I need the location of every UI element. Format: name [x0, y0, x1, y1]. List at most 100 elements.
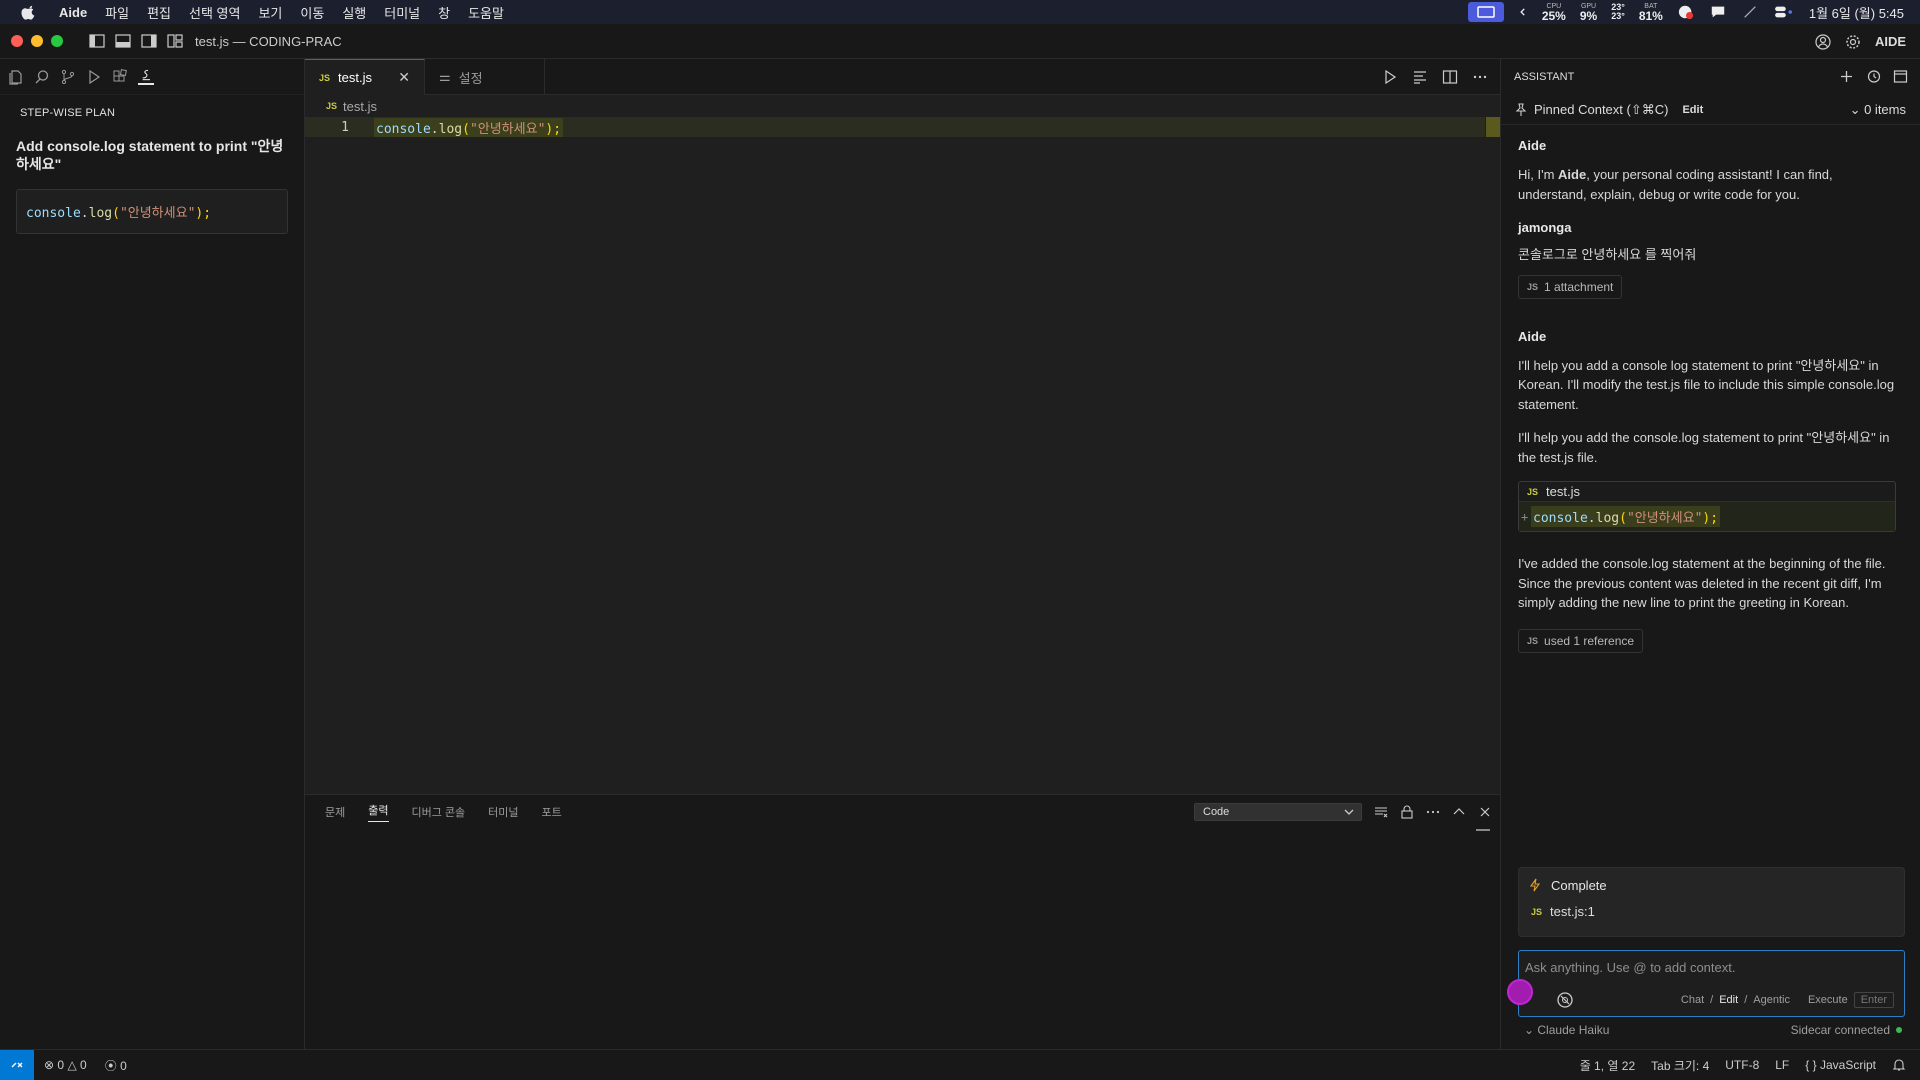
menu-view[interactable]: 보기: [249, 3, 291, 22]
breadcrumb[interactable]: JS test.js: [305, 95, 1500, 117]
app-status-icon[interactable]: [1677, 4, 1695, 20]
toggle-sidebar-icon[interactable]: [89, 34, 105, 48]
chevron-down-icon: ⌄: [1524, 1023, 1538, 1037]
menu-app-name[interactable]: Aide: [50, 5, 96, 20]
notifications-bell-icon[interactable]: [1892, 1058, 1906, 1072]
split-editor-icon[interactable]: [1442, 69, 1458, 85]
tab-debug-console[interactable]: 디버그 콘솔: [412, 804, 466, 820]
assistant-title: ASSISTANT: [1514, 71, 1575, 83]
pinned-context-label[interactable]: Pinned Context (⇧⌘C): [1534, 102, 1668, 118]
assistant-header: ASSISTANT: [1501, 59, 1920, 95]
problems-indicator[interactable]: ⊗ 0 △ 0: [44, 1058, 87, 1072]
chat-icon[interactable]: [1709, 4, 1727, 20]
menu-help[interactable]: 도움말: [459, 3, 513, 22]
pinned-edit-button[interactable]: Edit: [1682, 104, 1703, 116]
explorer-icon[interactable]: [8, 69, 24, 85]
account-icon[interactable]: [1815, 33, 1831, 50]
more-actions-icon[interactable]: [1426, 805, 1440, 819]
history-icon[interactable]: [1866, 69, 1881, 84]
minimize-window-button[interactable]: [31, 35, 43, 47]
screen-share-icon[interactable]: [1467, 2, 1504, 22]
cursor-position[interactable]: 줄 1, 열 22: [1580, 1057, 1635, 1074]
model-selector[interactable]: ⌄ Claude Haiku: [1524, 1023, 1609, 1037]
lock-icon[interactable]: [1400, 805, 1414, 819]
settings-gear-icon[interactable]: [1845, 34, 1861, 50]
reference-chip[interactable]: JS used 1 reference: [1518, 628, 1644, 653]
editor-actions: [1382, 59, 1488, 95]
aide-plan-icon[interactable]: [138, 69, 154, 85]
mode-chat[interactable]: Chat: [1681, 994, 1704, 1006]
tab-size[interactable]: Tab 크기: 4: [1651, 1057, 1709, 1074]
new-chat-icon[interactable]: [1839, 69, 1854, 84]
menu-selection[interactable]: 선택 영역: [180, 3, 249, 22]
close-panel-icon[interactable]: [1478, 805, 1492, 819]
mode-edit[interactable]: Edit: [1719, 994, 1738, 1006]
menu-file[interactable]: 파일: [96, 3, 138, 22]
pinned-items-count[interactable]: ⌄ 0 items: [1850, 102, 1906, 118]
gpu-stat[interactable]: GPU 9%: [1580, 3, 1597, 22]
tab-terminal[interactable]: 터미널: [488, 804, 518, 820]
close-window-button[interactable]: [11, 35, 23, 47]
menu-edit[interactable]: 편집: [138, 3, 180, 22]
add-context-icon[interactable]: [1555, 990, 1575, 1010]
pen-icon[interactable]: [1741, 4, 1759, 20]
menu-run[interactable]: 실행: [333, 3, 375, 22]
tab-ports[interactable]: 포트: [542, 804, 562, 820]
close-tab-icon[interactable]: ✕: [398, 69, 410, 86]
cpu-stat[interactable]: CPU 25%: [1542, 3, 1566, 22]
attachment-chip[interactable]: JS 1 attachment: [1518, 274, 1623, 299]
end-of-line[interactable]: LF: [1775, 1058, 1789, 1072]
code-change-card[interactable]: JS test.js + console.log("안녕하세요");: [1518, 481, 1896, 532]
maximize-window-button[interactable]: [51, 35, 63, 47]
toggle-secondary-sidebar-icon[interactable]: [141, 34, 157, 48]
source-control-icon[interactable]: [60, 69, 76, 85]
tab-output[interactable]: 출력: [368, 802, 389, 822]
code-card-file[interactable]: test.js: [1546, 484, 1580, 499]
chevron-left-icon[interactable]: [1518, 4, 1528, 20]
completion-file-link[interactable]: JS test.js:1: [1519, 904, 1904, 919]
mode-agentic[interactable]: Agentic: [1753, 994, 1790, 1006]
run-file-icon[interactable]: [1382, 69, 1398, 85]
customize-layout-icon[interactable]: [167, 34, 183, 48]
clear-output-icon[interactable]: [1374, 805, 1388, 819]
language-mode[interactable]: { } JavaScript: [1805, 1058, 1876, 1072]
editor-area: JS test.js ✕ ⚌ 설정 JS test.js 1 console.l…: [305, 59, 1500, 794]
menu-go[interactable]: 이동: [291, 3, 333, 22]
chat-input[interactable]: Ask anything. Use @ to add context. Chat…: [1518, 950, 1905, 1017]
menu-window[interactable]: 창: [429, 3, 459, 22]
extensions-icon[interactable]: [112, 68, 128, 85]
activity-bar: [0, 59, 304, 95]
lightning-icon: [1529, 878, 1541, 892]
tab-problems[interactable]: 문제: [325, 804, 345, 820]
apple-icon[interactable]: [20, 3, 38, 21]
menu-terminal[interactable]: 터미널: [375, 3, 429, 22]
control-center-icon[interactable]: [1773, 4, 1795, 20]
code-line[interactable]: 1 console.log("안녕하세요");: [305, 117, 1485, 137]
plan-step-title[interactable]: Add console.log statement to print "안녕하세…: [16, 137, 288, 173]
tab-test-js[interactable]: JS test.js ✕: [305, 59, 425, 95]
code-token-dot: .: [80, 206, 89, 221]
aide-logo-button[interactable]: [1507, 979, 1533, 1005]
toggle-panel-icon[interactable]: [1893, 69, 1908, 84]
js-file-icon: JS: [1527, 635, 1539, 646]
enter-key-hint[interactable]: Enter: [1853, 992, 1894, 1008]
battery-stat[interactable]: BAT 81%: [1639, 3, 1663, 22]
outline-icon[interactable]: [1412, 69, 1428, 85]
file-encoding[interactable]: UTF-8: [1725, 1058, 1759, 1072]
output-channel-select[interactable]: Code: [1194, 803, 1362, 821]
run-debug-icon[interactable]: [86, 69, 102, 85]
remote-indicator[interactable]: [0, 1049, 34, 1080]
code-content[interactable]: console.log("안녕하세요");: [374, 117, 564, 137]
menubar-datetime[interactable]: 1월 6일 (월) 5:45: [1809, 3, 1904, 22]
temp-stat[interactable]: 23° 23°: [1611, 3, 1625, 21]
tab-settings[interactable]: ⚌ 설정: [425, 59, 545, 95]
toggle-panel-icon[interactable]: [115, 34, 131, 48]
execute-button[interactable]: Execute: [1808, 994, 1848, 1006]
editor-scrollbar-marker[interactable]: [1486, 117, 1500, 137]
maximize-panel-icon[interactable]: [1452, 805, 1466, 819]
search-icon[interactable]: [34, 69, 50, 85]
breadcrumb-file[interactable]: test.js: [343, 99, 377, 114]
more-actions-icon[interactable]: [1472, 69, 1488, 85]
panel-scrollbar[interactable]: [1476, 829, 1490, 831]
ports-indicator[interactable]: ⦿ 0: [105, 1057, 127, 1074]
